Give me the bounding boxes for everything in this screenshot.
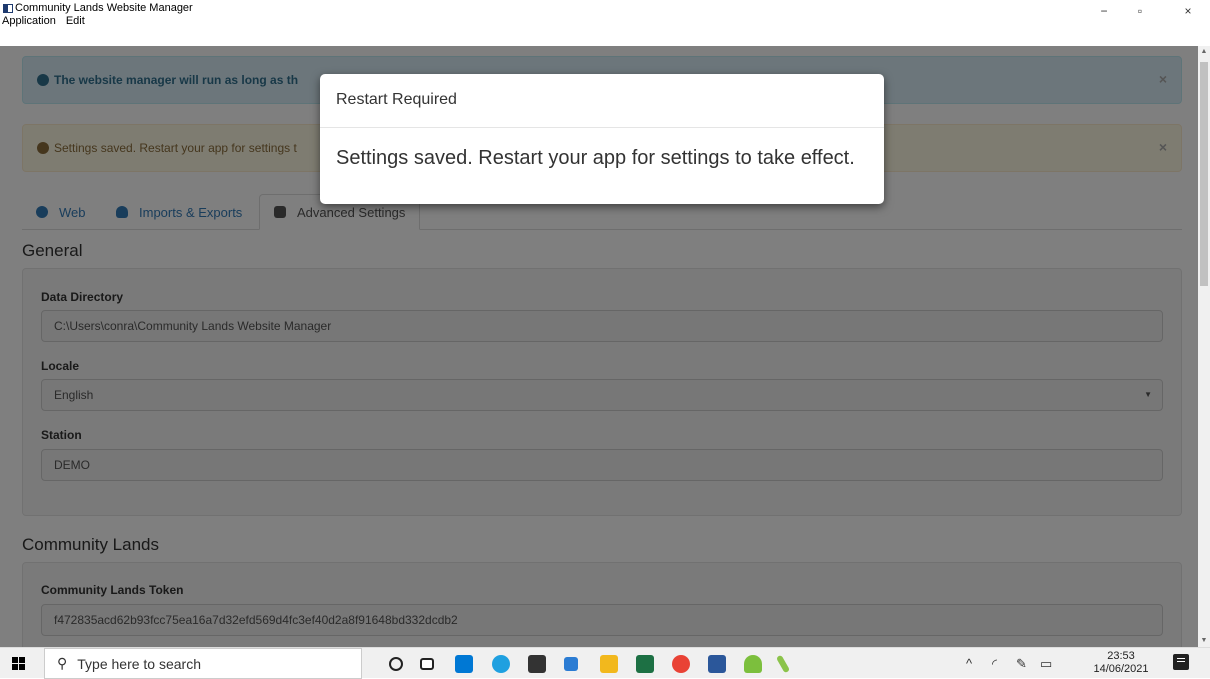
taskbar-search-box[interactable]: ⚲ Type here to search — [44, 648, 362, 679]
title-bar: Community Lands Website Manager Applicat… — [0, 0, 1210, 30]
clock-time: 23:53 — [1107, 650, 1135, 662]
maximize-button[interactable]: ▫ — [1130, 4, 1150, 18]
vertical-scrollbar[interactable]: ▲ ▼ — [1198, 46, 1210, 647]
taskbar: ⚲ Type here to search ^ ◜ ✎ ▭ 23:53 14/0… — [0, 647, 1210, 679]
clock-date: 14/06/2021 — [1093, 663, 1149, 675]
wifi-icon[interactable]: ◜ — [992, 656, 997, 672]
menu-application[interactable]: Application — [2, 15, 56, 29]
cortana-icon[interactable] — [389, 657, 403, 671]
excel-icon[interactable] — [636, 655, 654, 673]
window-title: Community Lands Website Manager — [15, 2, 193, 14]
file-explorer-icon[interactable] — [600, 655, 618, 673]
app-icon — [3, 4, 13, 13]
restart-modal: Restart Required Settings saved. Restart… — [320, 74, 884, 204]
minimize-button[interactable]: − — [1094, 4, 1114, 18]
search-placeholder: Type here to search — [77, 655, 202, 672]
keyboard-icon[interactable]: ▭ — [1040, 656, 1052, 672]
word-icon[interactable] — [708, 655, 726, 673]
scroll-up-arrow-icon[interactable]: ▲ — [1198, 46, 1210, 58]
show-hidden-icons-chevron-icon[interactable]: ^ — [966, 656, 972, 671]
community-lands-app-icon[interactable] — [744, 655, 762, 673]
notification-center-icon[interactable] — [1173, 654, 1189, 670]
pen-icon[interactable]: ✎ — [1016, 656, 1027, 672]
chrome-icon[interactable] — [672, 655, 690, 673]
main-content: The website manager will run as long as … — [0, 46, 1198, 647]
edge-browser-icon[interactable] — [492, 655, 510, 673]
mail-icon[interactable] — [455, 655, 473, 673]
modal-message: Settings saved. Restart your app for set… — [336, 147, 855, 169]
taskbar-clock[interactable]: 23:53 14/06/2021 — [1092, 650, 1150, 676]
scroll-thumb[interactable] — [1200, 62, 1208, 286]
scroll-down-arrow-icon[interactable]: ▼ — [1198, 635, 1210, 647]
modal-title: Restart Required — [336, 91, 457, 108]
search-icon: ⚲ — [57, 655, 68, 671]
close-button[interactable]: × — [1178, 4, 1198, 18]
menu-edit[interactable]: Edit — [66, 15, 85, 29]
task-view-icon[interactable] — [420, 658, 434, 670]
modal-divider — [320, 127, 884, 128]
store-icon[interactable] — [528, 655, 546, 673]
outlook-icon[interactable] — [564, 657, 578, 671]
windows-start-icon[interactable] — [12, 657, 26, 671]
paint-icon[interactable] — [775, 654, 791, 674]
menu-bar: Application Edit — [0, 15, 85, 29]
